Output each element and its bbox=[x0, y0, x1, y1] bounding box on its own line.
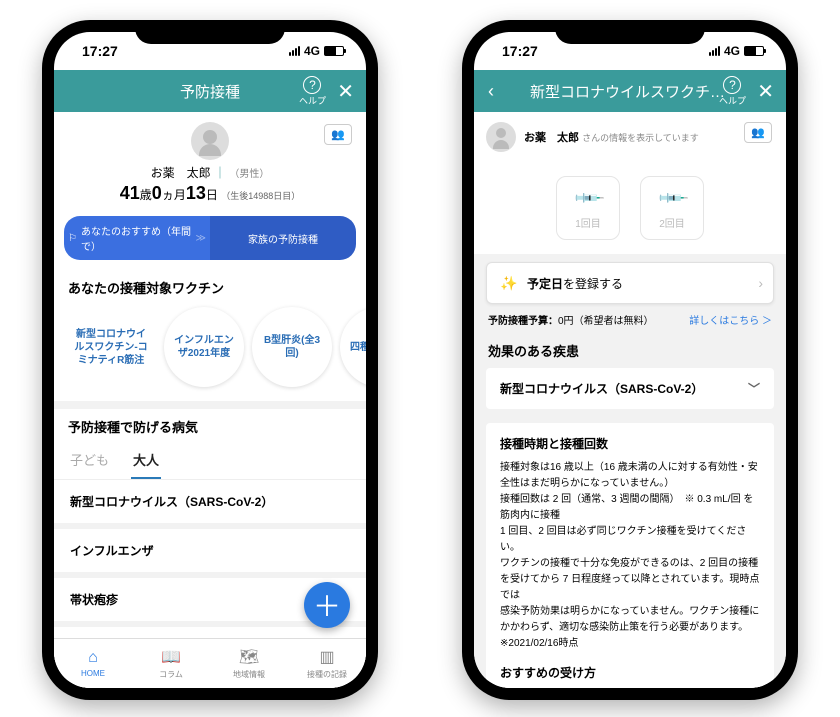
help-icon: ? bbox=[723, 76, 741, 94]
detail-heading-2: おすすめの受け方 bbox=[500, 664, 760, 683]
avatar bbox=[486, 122, 516, 152]
switch-user-button[interactable]: 👥 bbox=[324, 124, 352, 145]
bottom-nav: ⌂ HOME 📖 コラム 🗺 地域情報 ▥ 接種の記録 bbox=[54, 638, 366, 688]
close-button[interactable]: ✕ bbox=[337, 79, 354, 104]
dose-row: 💉 1回目 💉 2回目 bbox=[474, 162, 786, 254]
pill-family[interactable]: 家族の予防接種 bbox=[210, 216, 356, 260]
close-button[interactable]: ✕ bbox=[757, 79, 774, 104]
syringe-icon: 💉 bbox=[654, 181, 689, 216]
profile-card: 👥 お薬 太郎 ｜ （男性） 41歳0ヵ月13日 （生後14988日目） bbox=[54, 112, 366, 210]
syringe-icon: 💉 bbox=[570, 181, 605, 216]
profile-gender: （男性） bbox=[229, 169, 269, 180]
content-left: 👥 お薬 太郎 ｜ （男性） 41歳0ヵ月13日 （生後14988日目） ⚐ あ… bbox=[54, 112, 366, 688]
signal-icon bbox=[709, 46, 720, 56]
avatar bbox=[191, 122, 229, 160]
section-diseases-title: 予防接種で防げる病気 bbox=[54, 409, 366, 442]
status-time: 17:27 bbox=[502, 43, 538, 59]
list-item[interactable]: 新型コロナウイルス（SARS-CoV-2） bbox=[54, 480, 366, 529]
switch-user-button[interactable]: 👥 bbox=[744, 122, 772, 143]
profile-bar: お薬 太郎 さんの情報を表示しています 👥 bbox=[474, 112, 786, 162]
vaccine-chips[interactable]: 新型コロナウイルスワクチン-コミナティR筋注 インフルエンザ2021年度 B型肝… bbox=[54, 303, 366, 401]
profile-age: 41歳0ヵ月13日 （生後14988日目） bbox=[54, 183, 366, 204]
home-icon: ⌂ bbox=[88, 649, 98, 667]
status-right: 4G bbox=[709, 44, 764, 58]
detail-heading-1: 接種時期と接種回数 bbox=[500, 435, 760, 454]
disease-expand[interactable]: 新型コロナウイルス（SARS-CoV-2） ﹀ bbox=[486, 368, 774, 409]
page-title: 新型コロナウイルスワクチン… bbox=[530, 81, 730, 102]
profile-name: お薬 太郎 bbox=[151, 166, 211, 180]
status-network: 4G bbox=[724, 44, 740, 58]
pill-your-recommend[interactable]: ⚐ あなたのおすすめ（年間で） ≫ bbox=[64, 216, 210, 260]
battery-icon bbox=[324, 46, 344, 56]
chevron-down-icon: ﹀ bbox=[748, 380, 760, 397]
nav-home[interactable]: ⌂ HOME bbox=[54, 639, 132, 688]
chevron-right-icon: › bbox=[758, 275, 763, 291]
section-effect-title: 効果のある疾患 bbox=[474, 331, 786, 368]
vaccine-chip[interactable]: B型肝炎(全3回) bbox=[252, 307, 332, 387]
tab-adults[interactable]: 大人 bbox=[131, 442, 161, 479]
notch bbox=[135, 20, 285, 44]
status-time: 17:27 bbox=[82, 43, 118, 59]
register-schedule[interactable]: ✨ 予定日を登録する › bbox=[486, 262, 774, 304]
dose-2[interactable]: 💉 2回目 bbox=[640, 176, 704, 240]
signal-icon bbox=[289, 46, 300, 56]
map-icon: 🗺 bbox=[239, 647, 259, 667]
phone-left: 17:27 4G 予防接種 ? ヘルプ ✕ 👥 お薬 太郎 ｜ （男 bbox=[42, 20, 378, 700]
detail-body: 接種対象は16 歳以上（16 歳未満の人に対する有効性・安全性はまだ明らかになっ… bbox=[500, 460, 760, 652]
record-icon: ▥ bbox=[319, 647, 334, 667]
phone-right: 17:27 4G ‹ 新型コロナウイルスワクチン… ? ヘルプ ✕ お薬 太郎 … bbox=[462, 20, 798, 700]
dose-1[interactable]: 💉 1回目 bbox=[556, 176, 620, 240]
help-button[interactable]: ? ヘルプ bbox=[299, 76, 326, 107]
profile-name-line: お薬 太郎 ｜ （男性） bbox=[54, 164, 366, 181]
list-item[interactable]: インフルエンザ bbox=[54, 529, 366, 578]
tab-kids[interactable]: 子ども bbox=[68, 442, 111, 479]
back-button[interactable]: ‹ bbox=[488, 81, 494, 102]
nav-record[interactable]: ▥ 接種の記録 bbox=[288, 639, 366, 688]
screen-right: 17:27 4G ‹ 新型コロナウイルスワクチン… ? ヘルプ ✕ お薬 太郎 … bbox=[474, 32, 786, 688]
budget-row: 予防接種予算：0円（希望者は無料） 詳しくはこちら ＞ bbox=[474, 304, 786, 331]
flag-icon: ⚐ bbox=[68, 233, 77, 244]
nav-column[interactable]: 📖 コラム bbox=[132, 639, 210, 688]
status-network: 4G bbox=[304, 44, 320, 58]
profile-text: お薬 太郎 さんの情報を表示しています bbox=[524, 129, 699, 145]
budget-text: 予防接種予算：0円（希望者は無料） bbox=[488, 312, 654, 327]
help-icon: ? bbox=[303, 76, 321, 94]
screen-left: 17:27 4G 予防接種 ? ヘルプ ✕ 👥 お薬 太郎 ｜ （男 bbox=[54, 32, 366, 688]
disease-tabs: 子ども 大人 bbox=[54, 442, 366, 480]
content-right: お薬 太郎 さんの情報を表示しています 👥 💉 1回目 💉 2回目 ✨ 予定日を… bbox=[474, 112, 786, 688]
help-label: ヘルプ bbox=[719, 96, 746, 106]
details-link[interactable]: 詳しくはこちら ＞ bbox=[689, 312, 772, 327]
sparkle-icon: ✨ bbox=[499, 273, 519, 293]
section-vaccines-title: あなたの接種対象ワクチン bbox=[54, 270, 366, 303]
header: 予防接種 ? ヘルプ ✕ bbox=[54, 70, 366, 112]
battery-icon bbox=[744, 46, 764, 56]
vaccine-chip[interactable]: 新型コロナウイルスワクチン-コミナティR筋注 bbox=[66, 307, 156, 387]
page-title: 予防接種 bbox=[180, 81, 240, 102]
recommend-pills: ⚐ あなたのおすすめ（年間で） ≫ 家族の予防接種 bbox=[54, 210, 366, 270]
nav-region[interactable]: 🗺 地域情報 bbox=[210, 639, 288, 688]
notch bbox=[555, 20, 705, 44]
help-label: ヘルプ bbox=[299, 96, 326, 106]
help-button[interactable]: ? ヘルプ bbox=[719, 76, 746, 107]
column-icon: 📖 bbox=[161, 647, 181, 667]
vaccine-chip[interactable]: 四種混合PV)( bbox=[340, 307, 366, 387]
fab-add[interactable]: ＋ bbox=[304, 582, 350, 628]
detail-card: 接種時期と接種回数 接種対象は16 歳以上（16 歳未満の人に対する有効性・安全… bbox=[486, 423, 774, 688]
vaccine-chip[interactable]: インフルエンザ2021年度 bbox=[164, 307, 244, 387]
status-right: 4G bbox=[289, 44, 344, 58]
header: ‹ 新型コロナウイルスワクチン… ? ヘルプ ✕ bbox=[474, 70, 786, 112]
